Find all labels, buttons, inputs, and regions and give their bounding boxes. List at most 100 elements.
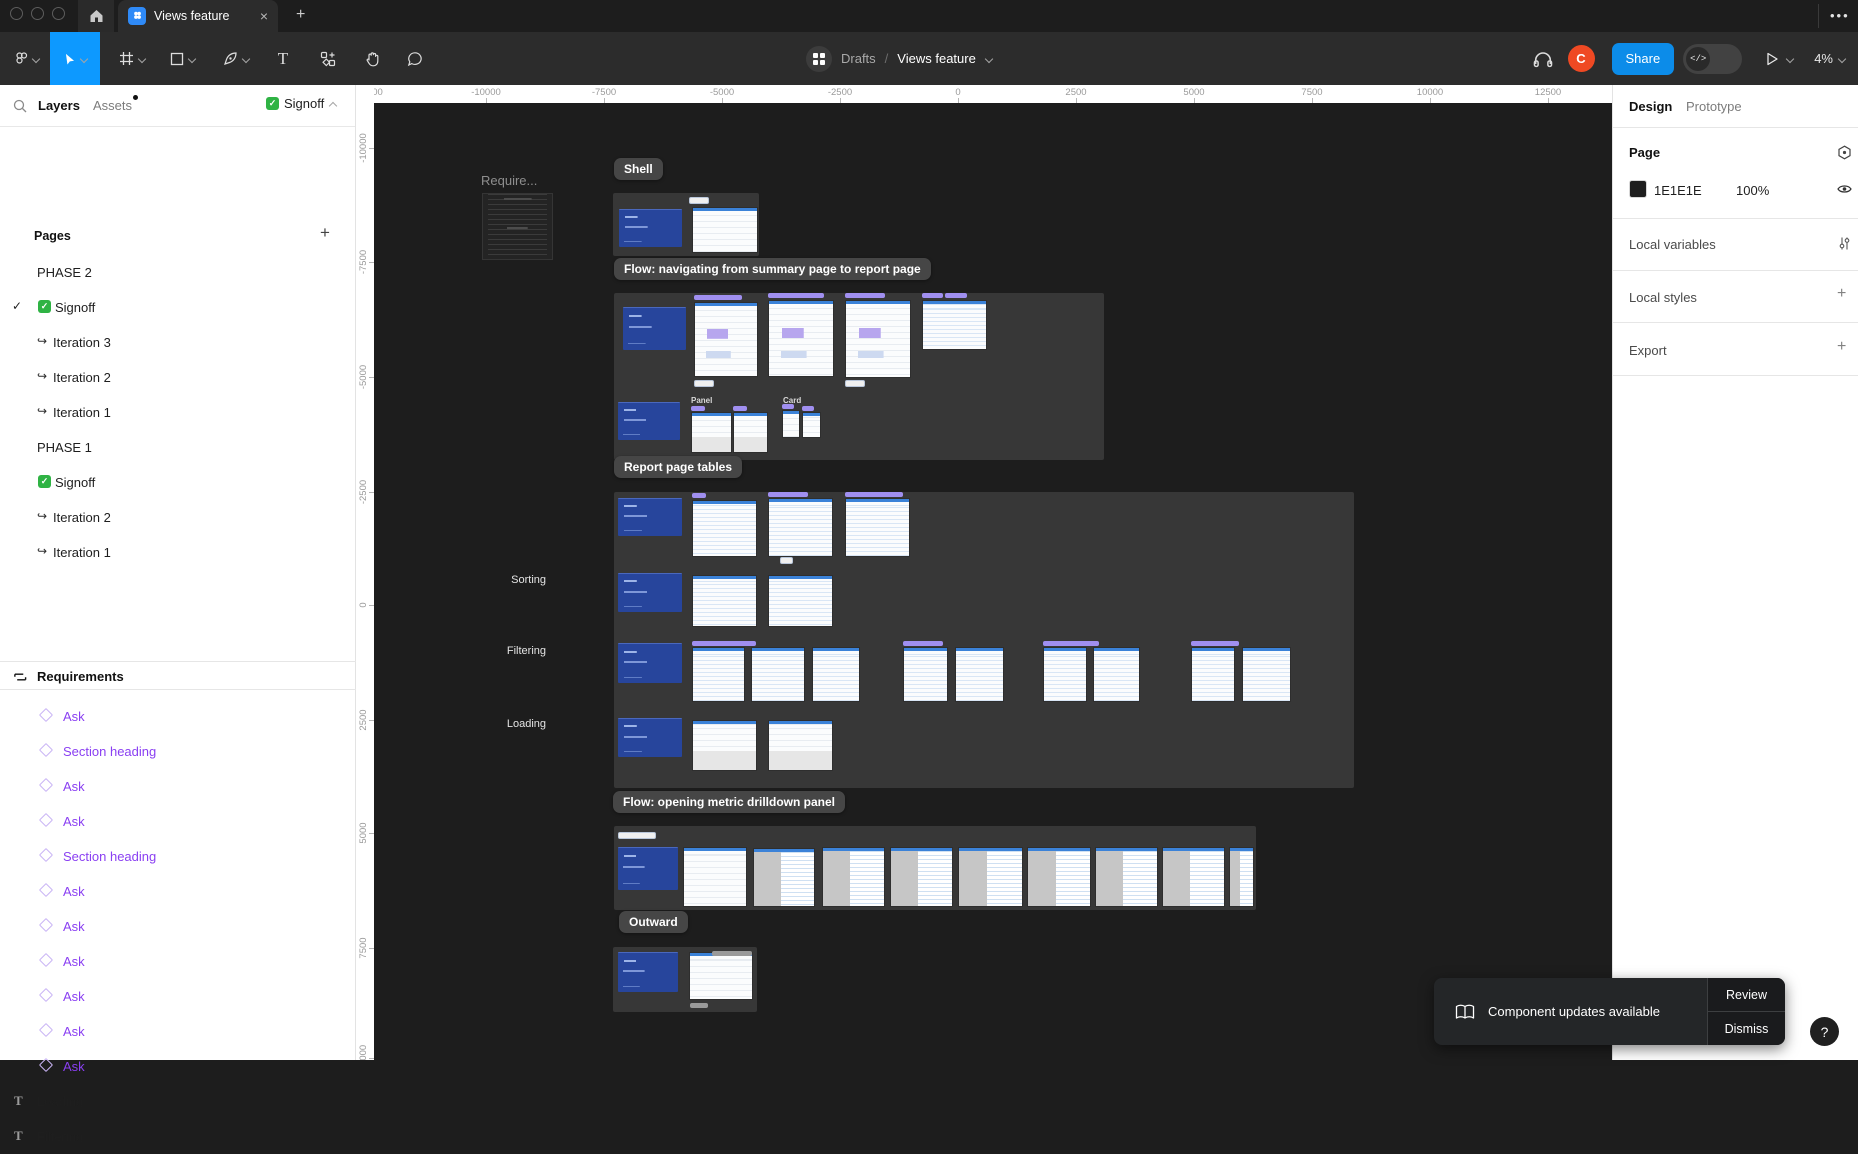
zoom-level-control[interactable]: 4% bbox=[1814, 51, 1846, 66]
app-window-frame-thumbnail[interactable] bbox=[768, 300, 834, 377]
component-name-pill[interactable] bbox=[845, 293, 885, 298]
requirement-layer-item[interactable]: Ask bbox=[0, 769, 356, 804]
app-window-frame-thumbnail[interactable] bbox=[1095, 847, 1158, 907]
page-color-opacity[interactable]: 100% bbox=[1736, 183, 1769, 198]
frame-name-pill[interactable] bbox=[780, 557, 793, 564]
app-window-frame-thumbnail[interactable] bbox=[922, 300, 987, 350]
slide-frame-thumbnail[interactable] bbox=[618, 498, 682, 536]
app-window-frame-thumbnail[interactable] bbox=[692, 575, 757, 627]
breadcrumb-project[interactable]: Drafts bbox=[841, 51, 876, 66]
app-window-frame-thumbnail[interactable] bbox=[691, 412, 732, 453]
sidebar-page-item[interactable]: PHASE 2 bbox=[0, 255, 356, 290]
breadcrumb-file[interactable]: Views feature bbox=[897, 51, 976, 66]
component-name-pill[interactable] bbox=[694, 295, 742, 300]
section-name-chip[interactable]: Flow: navigating from summary page to re… bbox=[614, 258, 931, 280]
sidebar-page-item[interactable]: ✓✓Signoff bbox=[0, 290, 356, 325]
add-page-button[interactable]: + bbox=[320, 223, 330, 243]
traffic-light-close[interactable] bbox=[10, 7, 23, 20]
app-window-frame-thumbnail[interactable] bbox=[812, 647, 860, 702]
tab-assets[interactable]: Assets bbox=[93, 98, 132, 113]
app-window-frame-thumbnail[interactable] bbox=[955, 647, 1004, 702]
apps-grid-icon[interactable] bbox=[806, 46, 832, 72]
requirement-layer-item[interactable]: Ask bbox=[0, 1014, 356, 1049]
frame-tool-button[interactable] bbox=[112, 32, 152, 85]
requirement-layer-item[interactable]: Ask bbox=[0, 909, 356, 944]
share-button[interactable]: Share bbox=[1612, 43, 1675, 75]
sidebar-page-item[interactable]: ✓Signoff bbox=[0, 465, 356, 500]
tab-layers[interactable]: Layers bbox=[38, 98, 80, 113]
audio-headphones-icon[interactable] bbox=[1532, 48, 1554, 69]
component-name-pill[interactable] bbox=[768, 492, 808, 497]
slide-frame-thumbnail[interactable] bbox=[618, 718, 682, 757]
frame-name-pill[interactable] bbox=[618, 832, 656, 839]
app-window-frame-thumbnail[interactable] bbox=[1043, 647, 1087, 702]
help-button[interactable]: ? bbox=[1810, 1017, 1839, 1046]
dev-mode-toggle[interactable]: </> bbox=[1683, 44, 1742, 74]
component-name-pill[interactable] bbox=[1191, 641, 1239, 646]
app-window-frame-thumbnail[interactable] bbox=[958, 847, 1023, 907]
text-layer-item[interactable]: TLoading bbox=[0, 1084, 356, 1119]
requirement-layer-item[interactable]: Ask bbox=[0, 979, 356, 1014]
requirement-layer-item[interactable]: Ask bbox=[0, 874, 356, 909]
app-window-frame-thumbnail[interactable] bbox=[845, 300, 911, 378]
slide-frame-thumbnail[interactable] bbox=[618, 643, 682, 683]
app-window-frame-thumbnail[interactable] bbox=[768, 720, 833, 771]
app-window-frame-thumbnail[interactable] bbox=[768, 575, 833, 627]
frame-name-label[interactable]: Require... bbox=[481, 173, 537, 188]
hand-tool-button[interactable] bbox=[356, 32, 388, 85]
slide-frame-thumbnail[interactable] bbox=[623, 307, 686, 350]
sidebar-page-item[interactable]: ↪Iteration 3 bbox=[0, 325, 356, 360]
requirements-section-header[interactable]: Requirements bbox=[0, 661, 356, 690]
shape-tool-button[interactable] bbox=[163, 32, 203, 85]
app-window-frame-thumbnail[interactable] bbox=[822, 847, 885, 907]
app-window-frame-thumbnail[interactable] bbox=[1191, 647, 1235, 702]
component-name-pill[interactable] bbox=[691, 406, 705, 411]
component-name-pill[interactable] bbox=[922, 293, 943, 298]
component-name-pill[interactable] bbox=[768, 293, 824, 298]
slide-frame-thumbnail[interactable] bbox=[618, 952, 678, 992]
app-window-frame-thumbnail[interactable] bbox=[782, 410, 800, 438]
app-window-frame-thumbnail[interactable] bbox=[890, 847, 953, 907]
frame-name-pill[interactable] bbox=[712, 951, 752, 956]
app-window-frame-thumbnail[interactable] bbox=[751, 647, 805, 702]
frame-name-pill[interactable] bbox=[845, 380, 865, 387]
file-tab[interactable]: Views feature × bbox=[118, 0, 278, 32]
traffic-light-zoom[interactable] bbox=[52, 7, 65, 20]
app-window-frame-thumbnail[interactable] bbox=[802, 412, 821, 438]
component-name-pill[interactable] bbox=[945, 293, 967, 298]
component-name-pill[interactable] bbox=[802, 406, 814, 411]
requirement-layer-item[interactable]: Ask bbox=[0, 1049, 356, 1084]
app-window-frame-thumbnail[interactable] bbox=[845, 498, 910, 557]
sidebar-page-item[interactable]: ↪Iteration 1 bbox=[0, 395, 356, 430]
styles-icon[interactable] bbox=[1837, 145, 1852, 160]
variables-sliders-icon[interactable] bbox=[1837, 236, 1852, 251]
tab-prototype[interactable]: Prototype bbox=[1686, 99, 1742, 114]
frame-name-pill[interactable] bbox=[690, 1003, 708, 1008]
section-name-chip[interactable]: Flow: opening metric drilldown panel bbox=[613, 791, 845, 813]
app-window-frame-thumbnail[interactable] bbox=[1093, 647, 1140, 702]
app-window-frame-thumbnail[interactable] bbox=[1242, 647, 1291, 702]
app-window-frame-thumbnail[interactable] bbox=[694, 302, 758, 377]
tab-overflow-menu[interactable]: ••• bbox=[1830, 8, 1850, 23]
section-name-chip[interactable]: Report page tables bbox=[614, 456, 742, 478]
text-layer-item[interactable]: TFiltering bbox=[0, 1119, 356, 1154]
sidebar-page-item[interactable]: ↪Iteration 2 bbox=[0, 500, 356, 535]
page-color-swatch[interactable] bbox=[1629, 180, 1647, 198]
page-color-hex[interactable]: 1E1E1E bbox=[1654, 183, 1702, 198]
component-name-pill[interactable] bbox=[692, 493, 706, 498]
section-name-chip[interactable]: Outward bbox=[619, 911, 688, 933]
add-export-button[interactable]: + bbox=[1837, 338, 1846, 356]
slide-frame-thumbnail[interactable] bbox=[618, 847, 678, 890]
component-name-pill[interactable] bbox=[845, 492, 903, 497]
home-button[interactable] bbox=[78, 0, 114, 32]
component-name-pill[interactable] bbox=[1043, 641, 1099, 646]
pen-tool-button[interactable] bbox=[215, 32, 257, 85]
app-window-frame-thumbnail[interactable] bbox=[692, 647, 745, 702]
tab-close-icon[interactable]: × bbox=[260, 9, 268, 23]
canvas[interactable]: Require...ShellFlow: navigating from sum… bbox=[356, 85, 1612, 1060]
component-name-pill[interactable] bbox=[692, 641, 756, 646]
slide-frame-thumbnail[interactable] bbox=[618, 573, 682, 612]
add-style-button[interactable]: + bbox=[1837, 285, 1846, 303]
present-control[interactable] bbox=[1764, 51, 1794, 67]
component-name-pill[interactable] bbox=[733, 406, 747, 411]
